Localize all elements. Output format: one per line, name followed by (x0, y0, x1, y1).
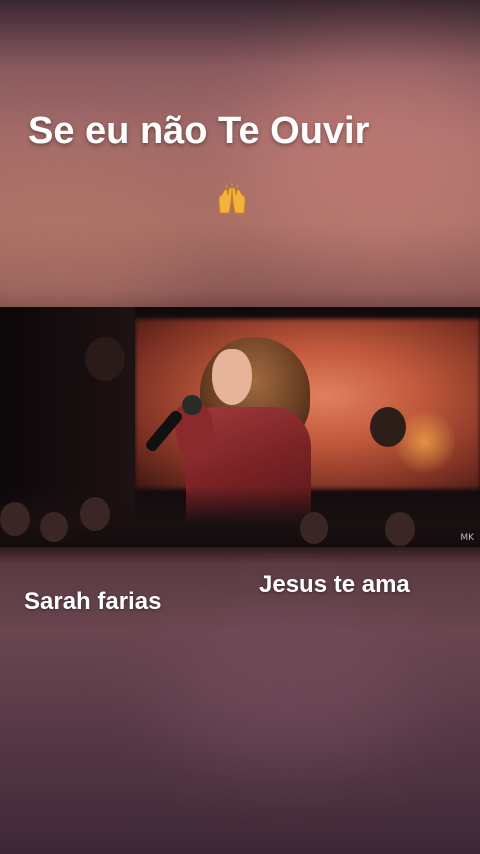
audience-head (300, 512, 328, 544)
background-glow (160, 620, 420, 760)
story-title-text: Se eu não Te Ouvir (28, 110, 370, 152)
story-screen[interactable]: Se eu não Te Ouvir MK Jesus te ama Sarah… (0, 0, 480, 854)
microphone-head (182, 395, 202, 415)
musician-head (370, 407, 406, 447)
musician-head (85, 337, 125, 381)
audience-head (0, 502, 30, 536)
raising-hands-icon (218, 183, 246, 214)
caption-jesus-te-ama: Jesus te ama (259, 571, 410, 598)
singer-face (212, 349, 252, 405)
audience-head (40, 512, 68, 542)
background-glow (0, 160, 180, 320)
caption-artist-name: Sarah farias (24, 588, 162, 615)
background-glow (250, 60, 480, 260)
audience-head (385, 512, 415, 546)
audience-head (80, 497, 110, 531)
video-watermark: MK (460, 533, 474, 543)
video-player[interactable]: MK (0, 307, 480, 547)
